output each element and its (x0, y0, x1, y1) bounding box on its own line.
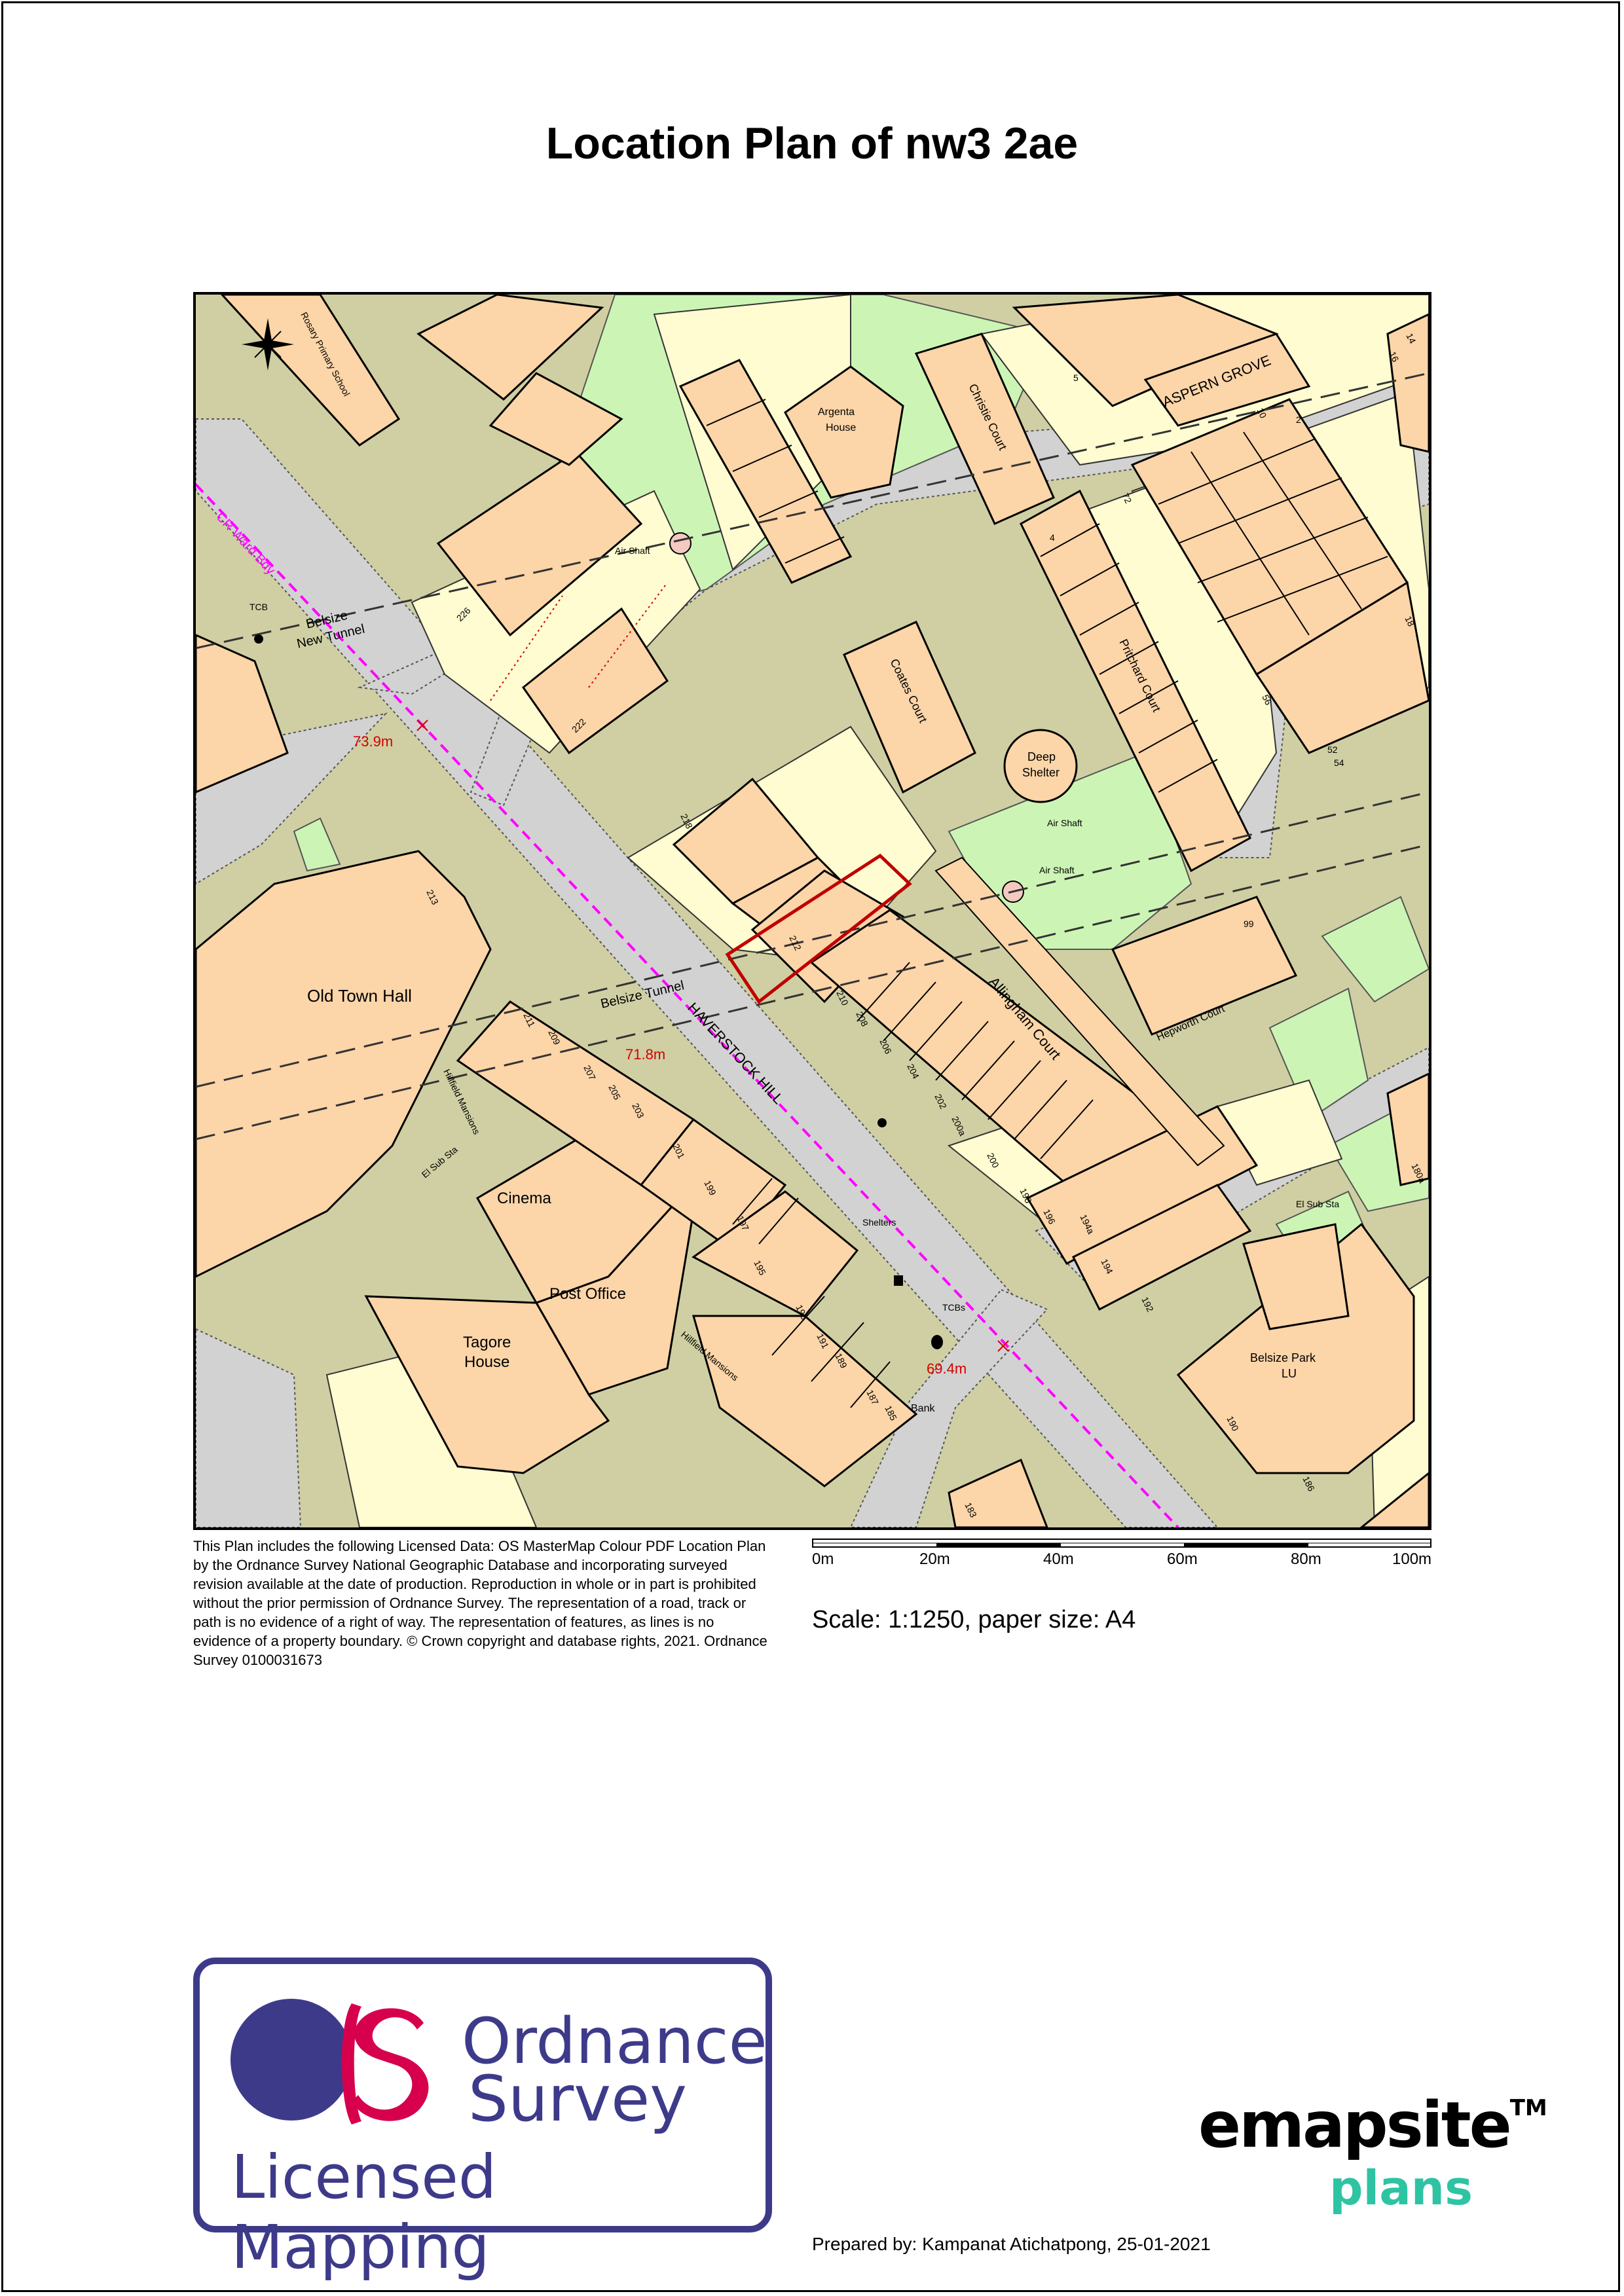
ordnance-survey-logo: Ordnance Survey Licensed Mapping (193, 1958, 772, 2282)
air-shaft-label-1: Air Shaft (615, 545, 650, 556)
scale-label-0: 0m (812, 1550, 834, 1568)
scale-label-100: 100m (1392, 1550, 1432, 1568)
air-shaft-label-3: Air Shaft (1039, 865, 1075, 875)
house-number-label: 99 (1244, 919, 1254, 929)
scale-label-40: 40m (1043, 1550, 1074, 1568)
tcbs-label: TCBs (942, 1302, 965, 1313)
scale-text: Scale: 1:1250, paper size: A4 (812, 1606, 1136, 1633)
house-number-label: 52 (1327, 744, 1338, 755)
os-licensed-mapping: Licensed Mapping (231, 2142, 497, 2282)
cinema-label: Cinema (497, 1190, 551, 1207)
air-shaft-label-2: Air Shaft (1047, 818, 1082, 828)
deep-shelter-label-2: Shelter (1022, 766, 1060, 779)
argenta-label-1: Argenta (818, 407, 855, 418)
spot-height-2: 71.8m (625, 1046, 665, 1063)
old-town-hall-label: Old Town Hall (307, 986, 412, 1006)
os-word-survey: Survey (468, 2062, 687, 2136)
os-symbol-icon (231, 1999, 429, 2124)
house-number-label: 4 (1050, 532, 1055, 543)
house-number-label: 54 (1334, 757, 1344, 768)
emapsite-brand: emapsite (1198, 2088, 1512, 2162)
emapsite-logo: emapsiteTM (1198, 2088, 1547, 2162)
deep-shelter-label-1: Deep (1027, 750, 1056, 763)
page-title: Location Plan of nw3 2ae (545, 118, 1079, 168)
scale-label-20: 20m (919, 1550, 950, 1568)
post-office-label: Post Office (549, 1285, 626, 1303)
licence-notice: This Plan includes the following License… (193, 1538, 767, 1668)
tcb-label: TCB (249, 602, 268, 612)
prepared-by: Prepared by: Kampanat Atichatpong, 25-01… (812, 2234, 1211, 2254)
tagore-label-1: Tagore (463, 1334, 511, 1351)
spot-height-1: 73.9m (353, 733, 393, 750)
scale-bar (812, 1539, 1431, 1548)
scale-label-80: 80m (1291, 1550, 1321, 1568)
bank-label: Bank (911, 1403, 935, 1414)
house-number-label: 2 (1296, 414, 1301, 425)
argenta-label-2: House (826, 422, 856, 433)
el-sub-sta-label: El Sub Sta (1296, 1199, 1339, 1209)
emapsite-plans: plans (1329, 2160, 1473, 2215)
location-map[interactable]: Old Town Hall Cinema Post Office Tagore … (193, 292, 1431, 1530)
scale-label-60: 60m (1167, 1550, 1198, 1568)
emapsite-tm: TM (1509, 2095, 1547, 2121)
belsize-park-label-1: Belsize Park (1250, 1351, 1316, 1364)
spot-height-3: 69.4m (927, 1360, 967, 1377)
tagore-label-2: House (464, 1353, 509, 1371)
map-canvas: Old Town Hall Cinema Post Office Tagore … (196, 295, 1429, 1527)
shelters-label: Shelters (862, 1217, 896, 1228)
belsize-park-label-2: LU (1282, 1367, 1297, 1380)
house-number-label: 5 (1073, 373, 1079, 383)
